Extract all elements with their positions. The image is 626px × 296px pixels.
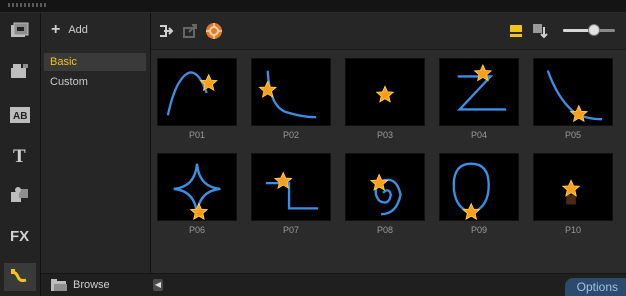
path-label: P09 (470, 225, 487, 235)
path-thumbnail (345, 58, 425, 126)
path-tile-p04[interactable]: P04 (439, 58, 519, 144)
path-thumbnail-grid: P01 P02 P03 P04 P05 P06 P07 P08 P09 P10 (151, 50, 626, 270)
export-path-icon[interactable] (181, 22, 199, 40)
add-label: Add (68, 24, 88, 36)
filter-icon[interactable]: FX (4, 221, 36, 249)
path-tile-p02[interactable]: P02 (251, 58, 331, 144)
media-icon[interactable] (4, 17, 36, 45)
slider-knob[interactable] (588, 24, 601, 36)
category-basic[interactable]: Basic (44, 53, 146, 71)
transition-icon[interactable]: AB (4, 101, 36, 129)
path-thumbnail (439, 153, 519, 221)
path-tile-p05[interactable]: P05 (533, 58, 613, 144)
path-label: P04 (470, 130, 487, 140)
library-toolbar: AB T FX (0, 13, 41, 296)
browse-label: Browse (73, 279, 110, 291)
options-button[interactable]: Options (564, 278, 626, 296)
path-label: P02 (282, 130, 299, 140)
drag-grip[interactable] (8, 3, 48, 7)
library-toolbar-top (151, 13, 626, 50)
path-label: P01 (188, 130, 205, 140)
svg-text:FX: FX (10, 228, 29, 245)
library-footer: ◀ Options (151, 273, 626, 296)
path-label: P06 (188, 225, 205, 235)
path-tile-p08[interactable]: P08 (345, 153, 425, 239)
path-tile-p06[interactable]: P06 (157, 153, 237, 239)
path-icon[interactable] (4, 263, 36, 291)
thumbnail-size-slider[interactable] (563, 24, 615, 36)
graphic-icon[interactable] (4, 181, 36, 209)
path-thumbnail (345, 153, 425, 221)
path-thumbnail (251, 58, 331, 126)
category-panel: + Add Basic Custom Browse (41, 13, 160, 296)
path-thumbnail (157, 58, 237, 126)
path-thumbnail (439, 58, 519, 126)
list-view-icon[interactable] (507, 22, 525, 40)
browse-button[interactable]: Browse (41, 273, 160, 296)
path-thumbnail (251, 153, 331, 221)
path-label: P08 (376, 225, 393, 235)
path-tile-p09[interactable]: P09 (439, 153, 519, 239)
title-icon[interactable]: T (4, 141, 36, 169)
path-thumbnail (157, 153, 237, 221)
svg-text:T: T (13, 146, 26, 165)
path-tile-p07[interactable]: P07 (251, 153, 331, 239)
path-settings-icon[interactable] (205, 22, 223, 40)
path-label: P03 (376, 130, 393, 140)
import-path-icon[interactable] (157, 22, 175, 40)
category-custom[interactable]: Custom (44, 73, 146, 91)
path-tile-p10[interactable]: P10 (533, 153, 613, 239)
path-label: P10 (564, 225, 581, 235)
scroll-left-button[interactable]: ◀ (153, 279, 163, 291)
path-label: P07 (282, 225, 299, 235)
sort-icon[interactable] (531, 22, 549, 40)
window-top-strip (0, 0, 626, 13)
folder-icon (51, 279, 67, 291)
path-thumbnail (533, 153, 613, 221)
plus-icon: + (51, 21, 61, 38)
path-tile-p01[interactable]: P01 (157, 58, 237, 144)
path-thumbnail (533, 58, 613, 126)
path-label: P05 (564, 130, 581, 140)
instant-project-icon[interactable] (4, 57, 36, 85)
add-category-button[interactable]: + Add (41, 13, 160, 47)
svg-text:AB: AB (13, 111, 27, 122)
path-tile-p03[interactable]: P03 (345, 58, 425, 144)
path-library: P01 P02 P03 P04 P05 P06 P07 P08 P09 P10 ◀ Options (151, 13, 626, 296)
